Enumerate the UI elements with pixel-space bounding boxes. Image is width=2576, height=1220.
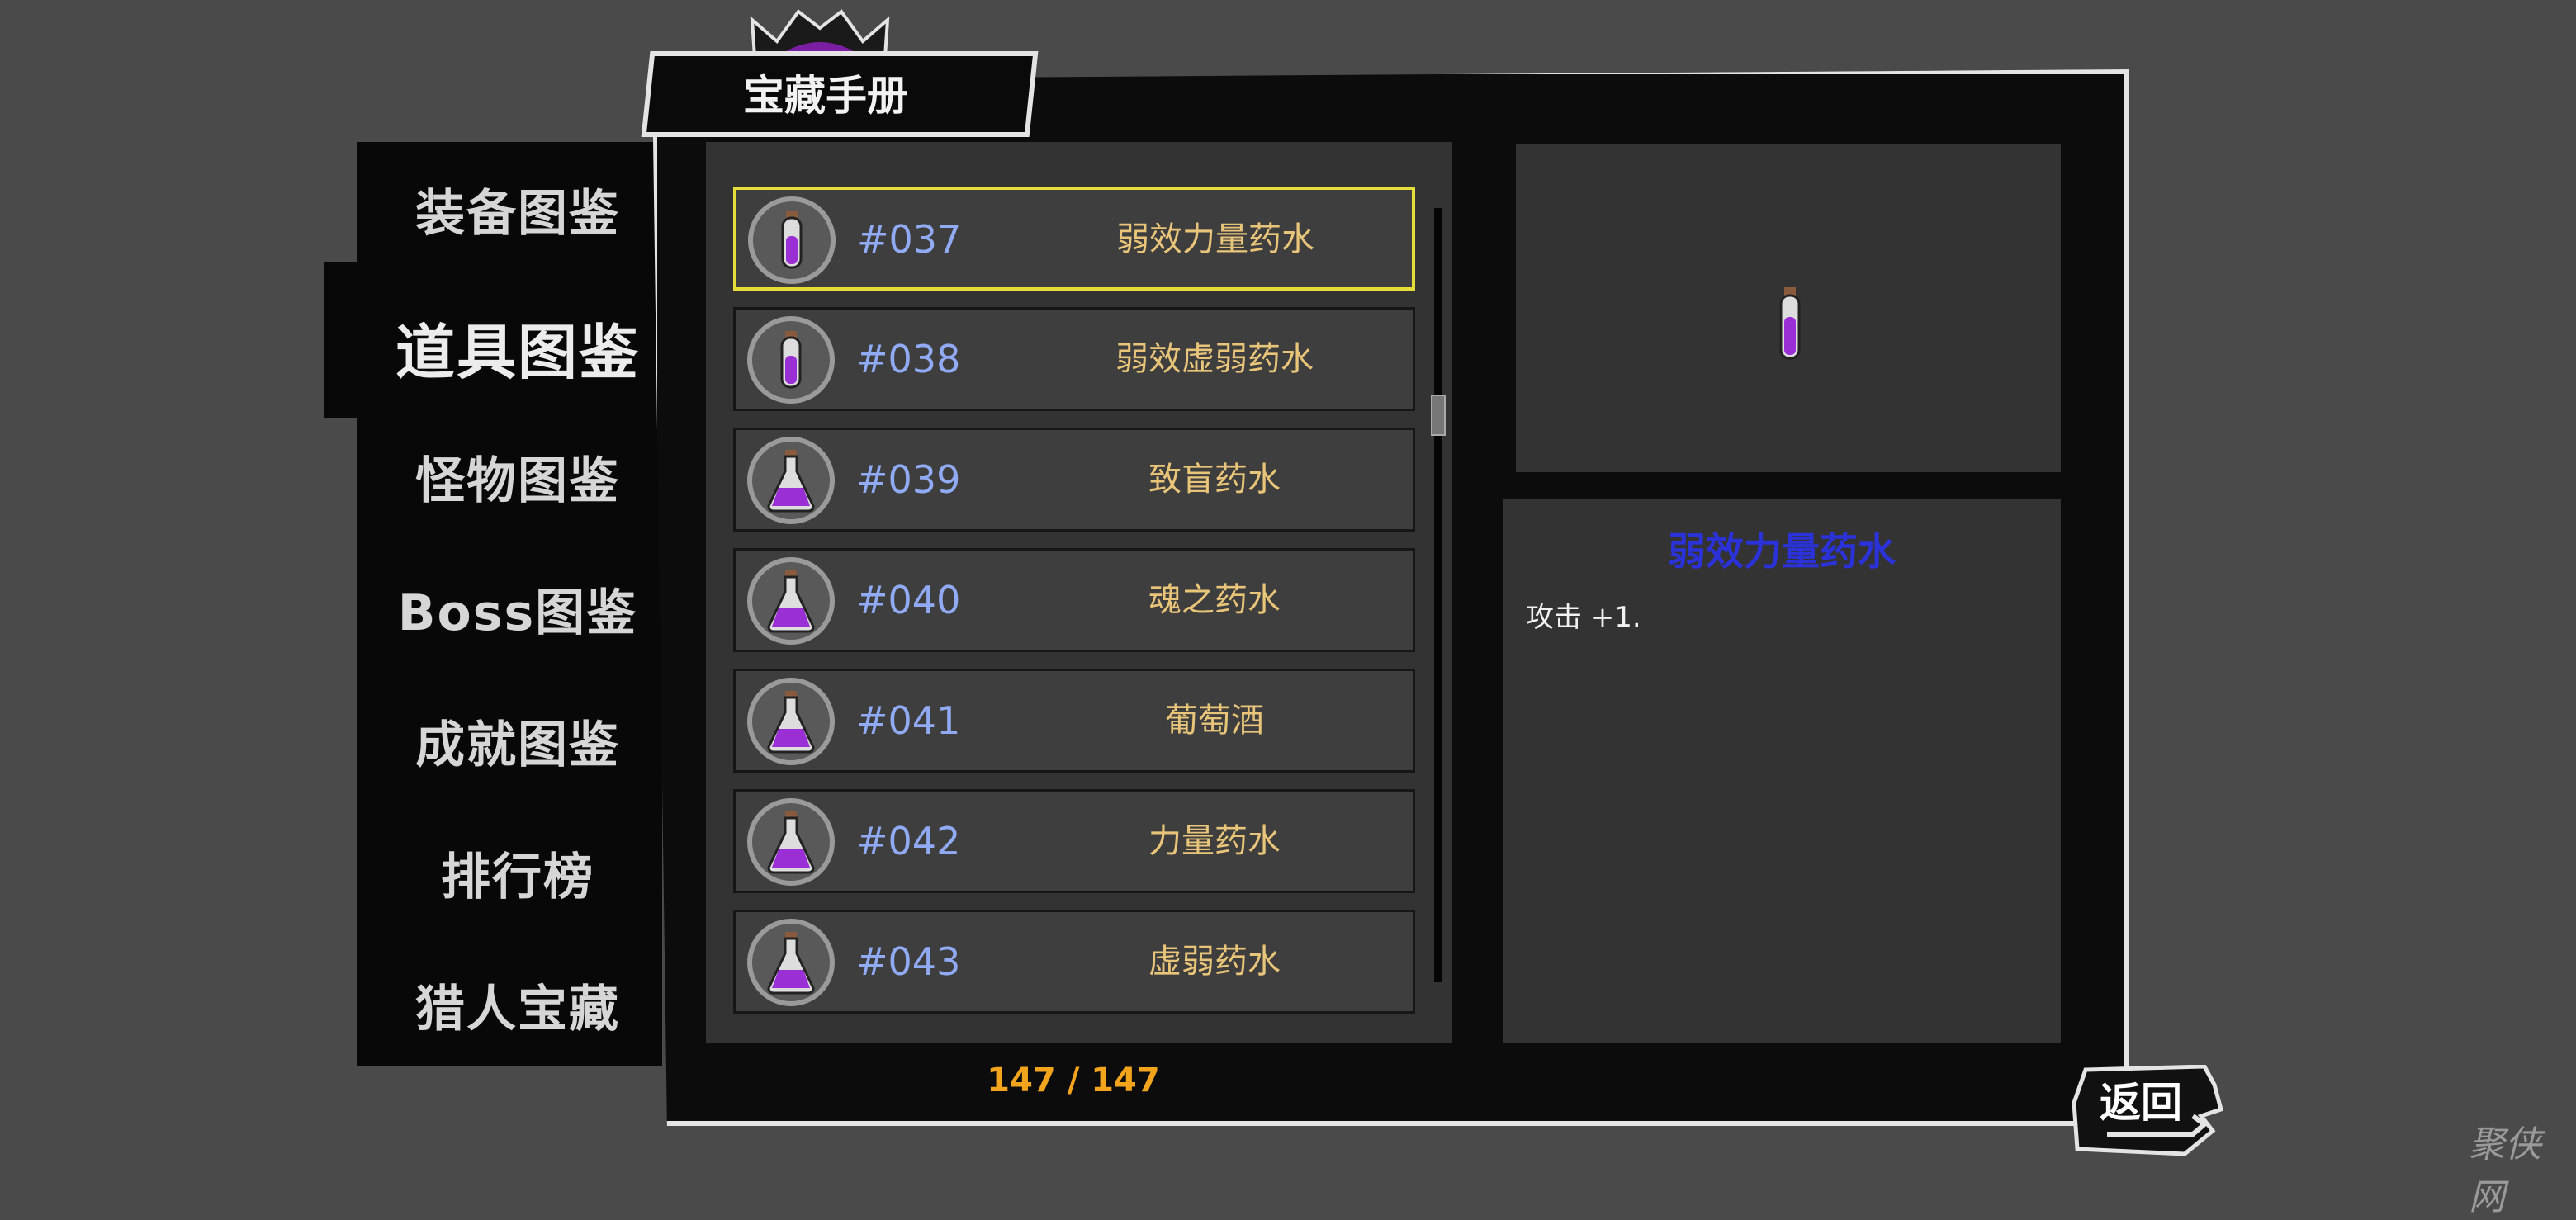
item-counter: 147 / 147 [987,1062,1160,1099]
item-name: 葡萄酒 [1165,702,1264,740]
sidebar-item-leaderboard[interactable]: 排行榜 [357,837,679,909]
list-item[interactable]: #041 葡萄酒 [733,669,1415,773]
list-item[interactable]: #039 致盲药水 [733,428,1415,532]
item-number: #039 [856,457,961,502]
flask-potion-icon [747,557,835,645]
back-button-label[interactable]: 返回 [2087,1070,2195,1129]
item-info-panel [1503,499,2061,1043]
sidebar-item-boss[interactable]: Boss图鉴 [357,573,679,645]
watermark: 聚侠网 [2469,1123,2541,1218]
flask-potion-icon [747,437,835,524]
item-number: #040 [856,578,961,622]
item-number: #043 [856,939,961,984]
item-detail-description: 攻击 +1. [1526,601,1641,634]
page-title: 宝藏手册 [743,72,908,120]
item-number: #041 [856,698,961,743]
item-name: 致盲药水 [1148,461,1281,499]
flask-potion-icon [747,798,835,886]
list-item[interactable]: #043 虚弱药水 [733,910,1415,1014]
thin-potion-icon [747,316,835,404]
sidebar-item-hunter-treasure[interactable]: 猎人宝藏 [357,969,679,1041]
scrollbar-thumb[interactable] [1431,395,1446,436]
list-item[interactable]: #037 弱效力量药水 [733,187,1415,291]
item-name: 虚弱药水 [1148,943,1281,981]
flask-potion-icon [747,678,835,765]
item-number: #042 [856,819,961,863]
list-item[interactable]: #040 魂之药水 [733,548,1415,652]
item-number: #038 [856,337,961,381]
thin-potion-icon [748,196,836,284]
list-item[interactable]: #038 弱效虚弱药水 [733,307,1415,411]
scrollbar-track[interactable] [1434,208,1442,982]
sidebar-item-items[interactable]: 道具图鉴 [357,304,679,390]
sidebar-item-monsters[interactable]: 怪物图鉴 [357,441,679,513]
item-name: 弱效虚弱药水 [1115,340,1314,378]
item-name: 魂之药水 [1148,581,1281,619]
sidebar-item-equipment[interactable]: 装备图鉴 [357,173,679,245]
thin-potion-icon [1779,287,1801,360]
list-item[interactable]: #042 力量药水 [733,789,1415,893]
item-name: 力量药水 [1148,822,1281,860]
item-name: 弱效力量药水 [1116,220,1314,258]
item-detail-title: 弱效力量药水 [1668,529,1896,574]
sidebar-item-achievements[interactable]: 成就图鉴 [357,705,679,777]
flask-potion-icon [747,919,835,1006]
item-number: #037 [857,217,962,262]
